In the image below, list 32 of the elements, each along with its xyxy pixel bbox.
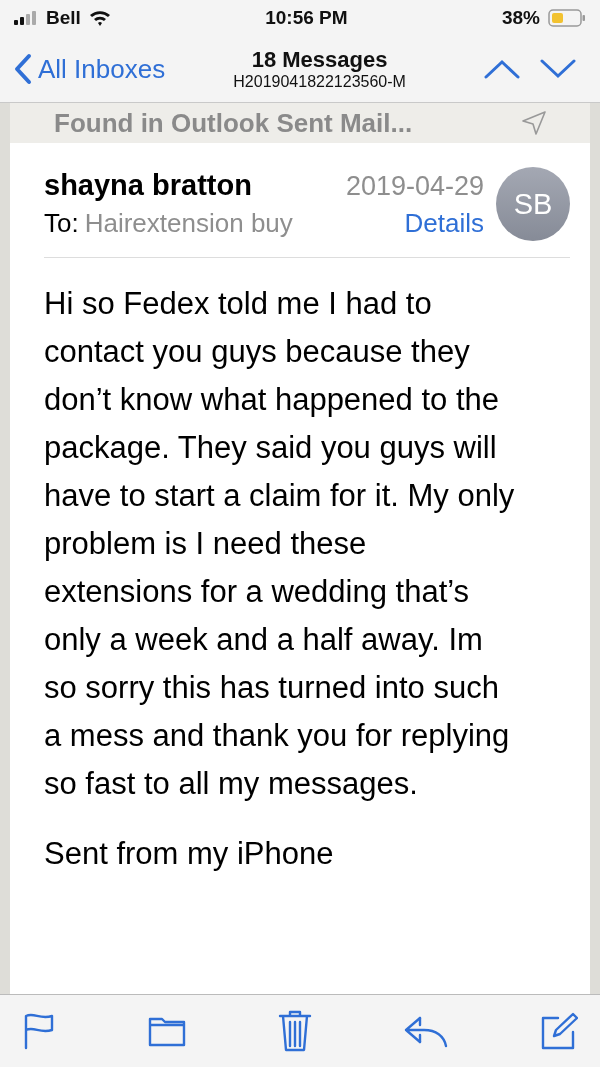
mailbox-label: Found in Outlook Sent Mail... (54, 107, 413, 139)
thread-subject: H2019041822123560-M (233, 73, 406, 91)
reply-icon (404, 1014, 448, 1048)
battery-icon (548, 9, 586, 27)
compose-icon (540, 1012, 578, 1050)
sender-name: shayna bratton (44, 169, 252, 202)
sender-avatar: SB (496, 167, 570, 241)
clock-time: 10:56 PM (265, 7, 348, 29)
trash-icon (278, 1010, 312, 1052)
back-button[interactable]: All Inboxes (14, 53, 166, 85)
message-body: Sent from my iPhone (44, 835, 335, 873)
flag-icon (22, 1012, 56, 1050)
carrier-name: Bell (46, 7, 81, 29)
to-label: To: (44, 208, 79, 239)
chevron-down-icon (540, 59, 576, 79)
signal-icon (14, 11, 38, 25)
thread-title: 18 Messages (251, 47, 388, 73)
details-link[interactable]: Details (404, 208, 484, 239)
message-date: 2019-04-29 (345, 171, 484, 202)
paper-plane-icon (522, 111, 546, 135)
battery-percent: 38% (501, 7, 540, 29)
trash-button[interactable] (278, 1010, 312, 1052)
message-body: Hi so Fedex told me I had to contact you guys because they don’t know what happened to the package. They said you guys will have to start a claim for it. My only problem is I need these extensions for a wedding that’s only a week and a half away. Im so sorry this has turned into such a mess and thank you for replying so fast to all my messages. (44, 285, 516, 803)
wifi-icon (88, 10, 111, 26)
flag-button[interactable] (22, 1012, 56, 1050)
chevron-left-icon (14, 53, 32, 85)
folder-button[interactable] (148, 1015, 186, 1047)
folder-icon (148, 1015, 186, 1047)
recipient-name: Hairextension buy (84, 208, 293, 239)
reply-button[interactable] (404, 1014, 448, 1048)
compose-button[interactable] (540, 1012, 578, 1050)
chevron-up-icon (484, 59, 520, 79)
